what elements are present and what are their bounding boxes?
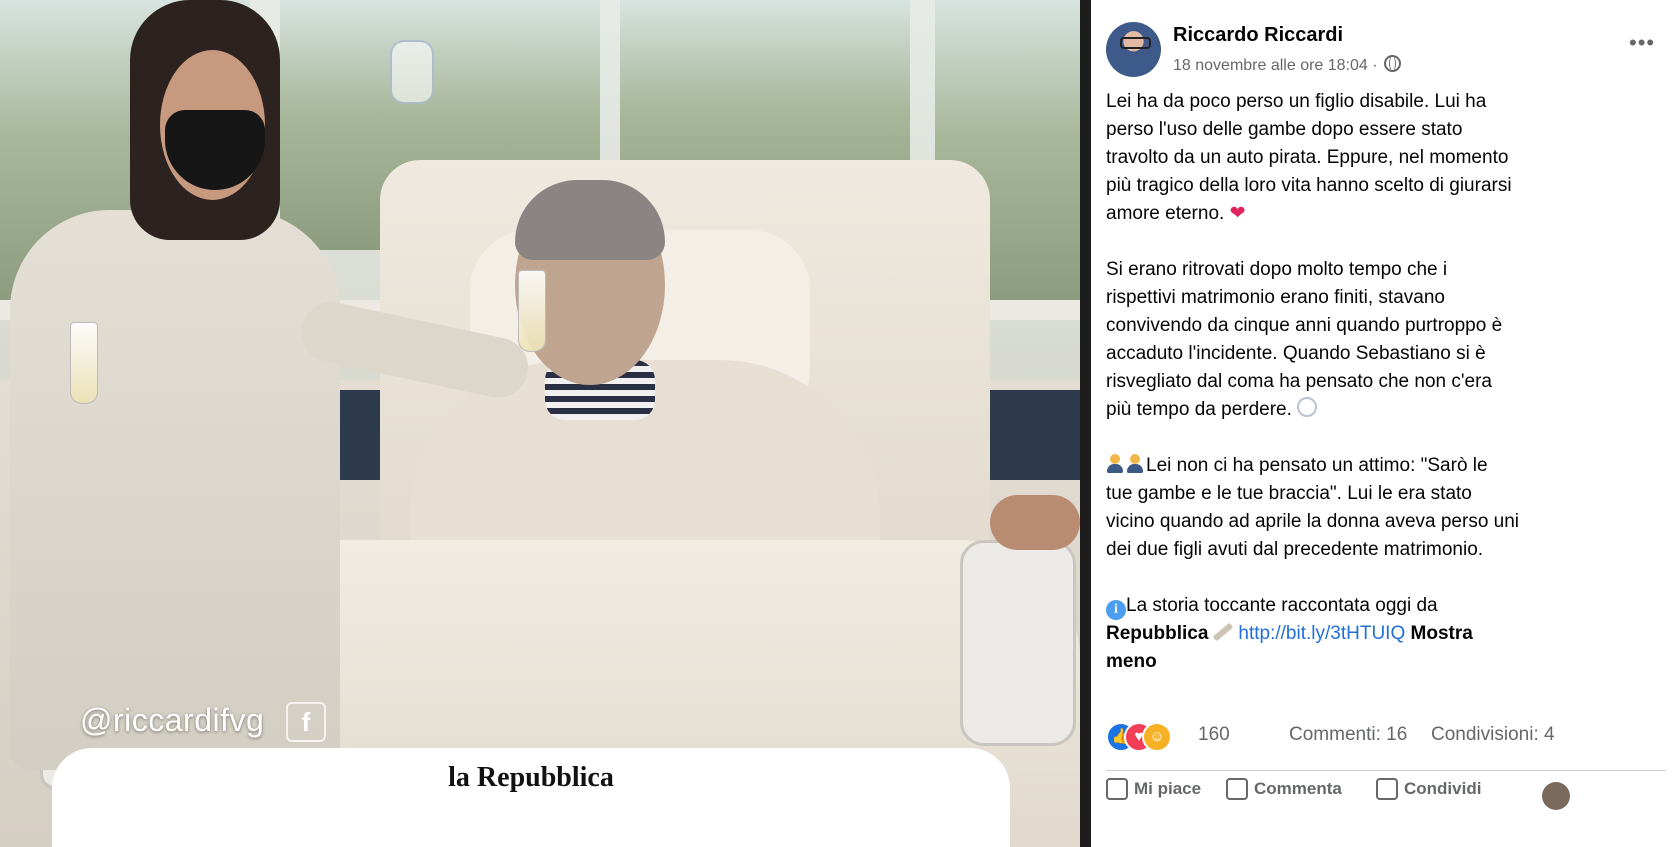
avatar[interactable] <box>1106 22 1161 77</box>
text-line: più tempo da perdere. <box>1106 399 1292 420</box>
share-button[interactable]: Condividi <box>1376 778 1481 800</box>
shares-count[interactable]: Condivisioni: 4 <box>1431 724 1555 746</box>
author-name[interactable]: Riccardo Riccardi <box>1173 24 1343 47</box>
like-label: Mi piace <box>1134 779 1202 798</box>
iv-drip <box>390 40 434 104</box>
watermark-handle: @riccardifvg <box>80 702 265 738</box>
article-link[interactable]: http://bit.ly/3tHTUIQ <box>1238 623 1405 644</box>
globe-icon <box>1384 55 1402 72</box>
comment-button[interactable]: Commenta <box>1226 778 1342 800</box>
hand <box>990 495 1080 550</box>
text-line: accaduto l'incidente. Quando Sebastiano … <box>1106 343 1486 364</box>
share-icon <box>1376 778 1398 800</box>
divider <box>1080 0 1091 847</box>
post-timestamp[interactable]: 18 novembre alle ore 18:04 · <box>1173 55 1402 75</box>
newspaper-logo: la Repubblica <box>448 762 614 793</box>
post-photo[interactable]: @riccardifvg f la Repubblica <box>0 0 1148 847</box>
actions-divider <box>1106 770 1666 771</box>
avatar[interactable] <box>1542 782 1570 810</box>
reaction-count[interactable]: 160 <box>1198 724 1230 746</box>
text-line: dei due figli avuti dal precedente matri… <box>1106 539 1484 560</box>
paragraph-4: i La storia toccante raccontata oggi da R… <box>1106 592 1656 676</box>
text-line: vicino quando ad aprile la donna aveva p… <box>1106 511 1520 532</box>
more-options-icon[interactable]: ••• <box>1629 30 1655 56</box>
paragraph-1: Lei ha da poco perso un figlio disabile.… <box>1106 88 1656 228</box>
like-button[interactable]: Mi piace <box>1106 778 1201 800</box>
facebook-post: Riccardo Riccardi 18 novembre alle ore 1… <box>1091 0 1672 847</box>
newspaper-banner: la Repubblica <box>52 748 1010 847</box>
show-less-link-cont[interactable]: meno <box>1106 651 1157 672</box>
share-label: Condividi <box>1404 779 1482 798</box>
bed-rail-right <box>960 540 1076 746</box>
paragraph-3: Lei non ci ha pensato un attimo: "Sarò l… <box>1106 452 1656 564</box>
info-icon: i <box>1106 600 1126 620</box>
champagne-glass <box>518 270 546 352</box>
text-line: più tragico della loro vita hanno scelto… <box>1106 175 1512 196</box>
text-line: tue gambe e le tue braccia". Lui le era … <box>1106 483 1472 504</box>
source-name: Repubblica <box>1106 623 1209 644</box>
text-line: rispettivi matrimonio erano finiti, stav… <box>1106 287 1445 308</box>
couple-emoji <box>1126 454 1144 474</box>
facebook-icon: f <box>286 702 326 742</box>
comment-label: Commenta <box>1254 779 1342 798</box>
couple-emoji <box>1106 454 1124 474</box>
woman-figure <box>10 210 340 770</box>
show-less-link[interactable]: Mostra <box>1411 623 1473 644</box>
thumbs-up-icon <box>1106 778 1128 800</box>
comments-count[interactable]: Commenti: 16 <box>1289 724 1407 746</box>
text-line: amore eterno. <box>1106 203 1225 224</box>
heart-emoji: ❤ <box>1229 203 1246 224</box>
text-line: travolto da un auto pirata. Eppure, nel … <box>1106 147 1509 168</box>
paragraph-2: Si erano ritrovati dopo molto tempo che … <box>1106 256 1656 424</box>
timestamp-text[interactable]: 18 novembre alle ore 18:04 · <box>1173 57 1378 74</box>
post-text: Lei ha da poco perso un figlio disabile.… <box>1106 88 1656 676</box>
ring-emoji <box>1297 397 1318 417</box>
text-line: La storia toccante raccontata oggi da <box>1126 595 1438 616</box>
text-line: Si erano ritrovati dopo molto tempo che … <box>1106 259 1448 280</box>
champagne-glass <box>70 322 98 404</box>
comment-icon <box>1226 778 1248 800</box>
post-actions: Mi piace Commenta Condividi <box>1106 778 1672 818</box>
newspaper-emoji <box>1213 622 1234 642</box>
text-line: convivendo da cinque anni quando purtrop… <box>1106 315 1503 336</box>
text-line: perso l'uso delle gambe dopo essere stat… <box>1106 119 1463 140</box>
care-icon: ☺ <box>1142 722 1172 752</box>
text-line: Lei non ci ha pensato un attimo: "Sarò l… <box>1146 455 1488 476</box>
text-line: Lei ha da poco perso un figlio disabile.… <box>1106 91 1487 112</box>
text-line: risvegliato dal coma ha pensato che non … <box>1106 371 1492 392</box>
